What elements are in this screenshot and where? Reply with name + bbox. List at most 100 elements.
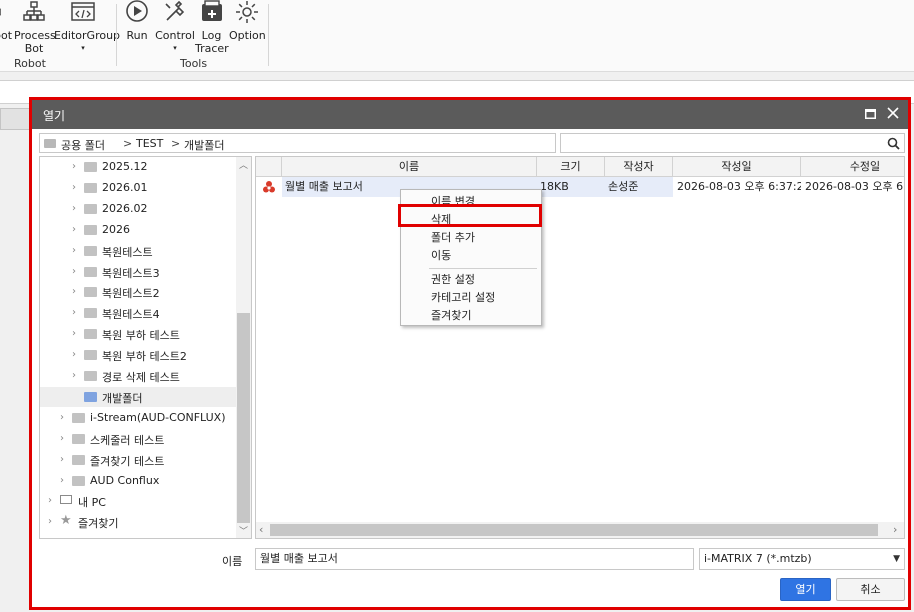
expand-chevron-icon[interactable]: › (72, 245, 76, 256)
tree-item[interactable]: › 즐겨찾기 테스트 (40, 450, 236, 470)
header-modified[interactable]: 수정일 (801, 157, 904, 177)
scroll-up-icon[interactable]: ︿ (236, 158, 251, 171)
expand-chevron-icon[interactable]: › (48, 495, 52, 506)
dialog-title: 열기 (43, 109, 66, 123)
log-tracer-button[interactable]: Log Tracer (195, 0, 229, 55)
background-tab[interactable] (0, 108, 30, 130)
search-input[interactable] (560, 133, 905, 153)
table-row[interactable]: 월별 매출 보고서 18KB 손성준 2026-08-03 오후 6:37:21… (256, 177, 904, 197)
expand-chevron-icon[interactable]: › (72, 266, 76, 277)
tree-item[interactable]: › i-Stream(AUD-CONFLUX) (40, 408, 236, 428)
cancel-button[interactable]: 취소 (836, 578, 905, 601)
expand-chevron-icon[interactable]: › (72, 328, 76, 339)
control-button[interactable]: Control ▾ (155, 0, 195, 55)
expand-chevron-icon[interactable]: › (60, 412, 64, 423)
expand-chevron-icon[interactable]: › (72, 349, 76, 360)
expand-chevron-icon[interactable]: › (48, 516, 52, 527)
robot-partial-icon (0, 8, 1, 16)
menu-item-add-folder[interactable]: 폴더 추가 (401, 229, 541, 247)
tree-item-label: 2026.02 (102, 201, 148, 215)
process-bot-button[interactable]: Process Bot (14, 0, 56, 55)
expand-chevron-icon[interactable]: › (72, 203, 76, 214)
folder-icon (84, 203, 97, 214)
tree-item[interactable]: › 복원테스트4 (40, 303, 236, 323)
scroll-left-icon[interactable]: ‹ (259, 523, 263, 536)
breadcrumb-root[interactable]: 공용 폴더 (61, 137, 105, 153)
expand-chevron-icon[interactable]: › (72, 182, 76, 193)
tree-scrollbar[interactable]: ︿ ﹀ (236, 157, 251, 538)
ribbon-robot-partial-button[interactable]: bot (0, 0, 12, 42)
tree-item[interactable]: › 2026.01 (40, 178, 236, 198)
option-button[interactable]: Option (229, 0, 266, 42)
tree-item[interactable]: › 복원 부하 테스트 (40, 324, 236, 344)
menu-item-category[interactable]: 카테고리 설정 (401, 289, 541, 307)
tree-item-label: 복원테스트 (102, 245, 153, 259)
tree-item[interactable]: › 복원테스트2 (40, 282, 236, 302)
tree-item[interactable]: › 경로 삭제 테스트 (40, 366, 236, 386)
tree-item[interactable]: › 내 PC (40, 491, 236, 511)
scroll-right-icon[interactable]: › (893, 523, 897, 536)
menu-item-permissions[interactable]: 권한 설정 (401, 271, 541, 289)
file-type-select[interactable]: i-MATRIX 7 (*.mtzb) ▼ (699, 548, 905, 570)
tree-item[interactable]: 개발폴더 (40, 386, 236, 407)
delete-highlight-box (398, 204, 542, 227)
expand-chevron-icon[interactable]: › (72, 307, 76, 318)
tree-item[interactable]: › 복원테스트3 (40, 262, 236, 282)
breadcrumb-item[interactable]: TEST (136, 137, 163, 150)
header-icon-col (256, 157, 282, 177)
expand-chevron-icon[interactable]: › (72, 224, 76, 235)
header-created[interactable]: 작성일 (673, 157, 801, 177)
expand-chevron-icon[interactable]: › (60, 433, 64, 444)
expand-chevron-icon[interactable]: › (72, 286, 76, 297)
header-size[interactable]: 크기 (537, 157, 605, 177)
expand-chevron-icon[interactable]: › (72, 161, 76, 172)
editor-code-icon (71, 2, 95, 21)
run-button[interactable]: Run (122, 0, 152, 42)
ribbon-label: Control (155, 29, 195, 42)
header-author[interactable]: 작성자 (605, 157, 673, 177)
folder-tree[interactable]: › 2025.12 › 2026.01 › 2026.02 › 2026 › 복원테스트 › 복원테스… (39, 156, 252, 539)
tree-item-label: 복원 부하 테스트2 (102, 350, 187, 364)
editor-group-button[interactable]: EditorGroup ▾ (54, 0, 121, 55)
ribbon-label2: Tracer (195, 42, 229, 55)
file-grid[interactable]: 이름 크기 작성자 작성일 수정일 월별 매출 보고서 18KB 손성준 202… (255, 156, 905, 539)
grid-horizontal-scrollbar[interactable]: ‹ › (256, 522, 904, 538)
search-icon[interactable] (887, 137, 900, 150)
folder-icon (84, 224, 97, 235)
expand-chevron-icon[interactable]: › (60, 475, 64, 486)
close-icon (887, 107, 899, 119)
ribbon-label: EditorGroup (54, 29, 121, 42)
open-dialog: 열기 공용 폴더 > TEST > 개발폴더 › 2025.12 › 2026.01 ›… (29, 97, 911, 610)
tree-item-label: 복원테스트4 (102, 308, 160, 322)
breadcrumb-item[interactable]: 개발폴더 (184, 137, 224, 153)
expand-chevron-icon[interactable]: › (60, 454, 64, 465)
cell-created: 2026-08-03 오후 6:37:21 (677, 180, 801, 193)
tree-item[interactable]: › 2026.02 (40, 199, 236, 219)
tree-item[interactable]: › 2026 (40, 220, 236, 240)
open-button[interactable]: 열기 (780, 578, 831, 601)
tree-item[interactable]: › 복원 부하 테스트2 (40, 345, 236, 365)
header-name[interactable]: 이름 (282, 157, 537, 177)
tree-item[interactable]: › 2025.12 (40, 157, 236, 177)
scroll-thumb[interactable] (237, 313, 250, 523)
tree-item[interactable]: › 복원테스트 (40, 241, 236, 261)
expand-chevron-icon[interactable]: › (72, 370, 76, 381)
menu-separator (429, 268, 537, 269)
tree-item-label: 경로 삭제 테스트 (102, 371, 180, 384)
scroll-down-icon[interactable]: ﹀ (236, 524, 251, 537)
menu-item-move[interactable]: 이동 (401, 247, 541, 265)
path-breadcrumb[interactable]: 공용 폴더 > TEST > 개발폴더 (39, 133, 556, 153)
close-button[interactable] (882, 104, 904, 124)
maximize-button[interactable] (859, 104, 881, 124)
tree-item[interactable]: › ★ 즐겨찾기 (40, 512, 236, 532)
tree-item[interactable]: › 스케줄러 테스트 (40, 429, 236, 449)
tree-item[interactable]: › AUD Conflux (40, 471, 236, 491)
filename-input[interactable]: 월별 매출 보고서 (255, 548, 694, 570)
scroll-thumb[interactable] (270, 524, 878, 536)
filename-label: 이름 (222, 555, 243, 568)
menu-item-favorite[interactable]: 즐겨찾기 (401, 307, 541, 325)
tree-item-label: 내 PC (78, 496, 106, 510)
folder-icon (72, 475, 85, 486)
tree-item-label: 2025.12 (102, 160, 148, 173)
computer-icon (60, 495, 72, 505)
